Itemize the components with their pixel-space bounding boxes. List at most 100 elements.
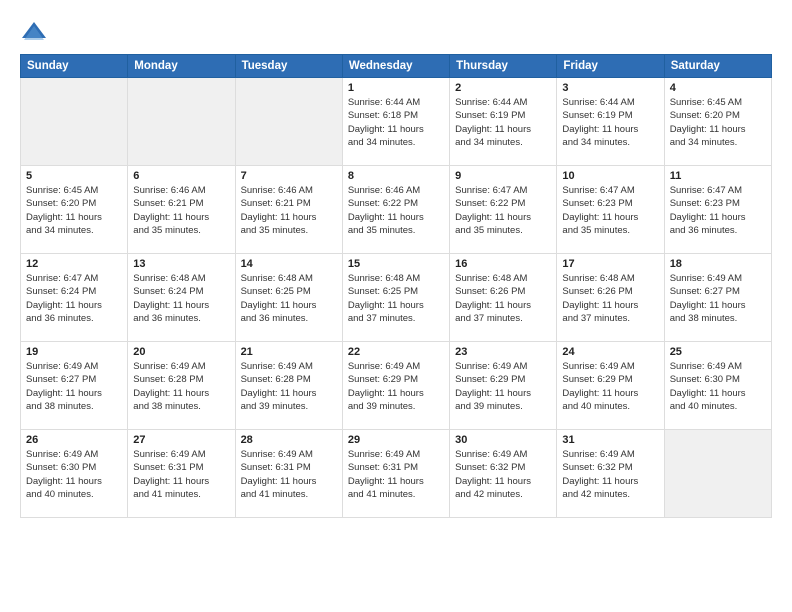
day-cell: 6 Sunrise: 6:46 AM Sunset: 6:21 PM Daylig…: [128, 166, 235, 254]
day-info: Sunrise: 6:49 AM Sunset: 6:29 PM Dayligh…: [348, 360, 444, 413]
day-number: 4: [670, 82, 766, 94]
day-cell: 15 Sunrise: 6:48 AM Sunset: 6:25 PM Dayli…: [342, 254, 449, 342]
day-number: 13: [133, 258, 229, 270]
day-number: 7: [241, 170, 337, 182]
day-number: 26: [26, 434, 122, 446]
day-info: Sunrise: 6:49 AM Sunset: 6:27 PM Dayligh…: [26, 360, 122, 413]
day-cell: 17 Sunrise: 6:48 AM Sunset: 6:26 PM Dayli…: [557, 254, 664, 342]
day-number: 28: [241, 434, 337, 446]
day-cell: 1 Sunrise: 6:44 AM Sunset: 6:18 PM Daylig…: [342, 78, 449, 166]
day-cell: 29Sunrise: 6:49 AM Sunset: 6:31 PM Dayli…: [342, 430, 449, 518]
day-info: Sunrise: 6:44 AM Sunset: 6:18 PM Dayligh…: [348, 96, 444, 149]
weekday-header-thursday: Thursday: [450, 55, 557, 78]
day-info: Sunrise: 6:47 AM Sunset: 6:23 PM Dayligh…: [670, 184, 766, 237]
page: SundayMondayTuesdayWednesdayThursdayFrid…: [0, 0, 792, 612]
day-cell: [664, 430, 771, 518]
day-number: 19: [26, 346, 122, 358]
logo: [20, 18, 52, 46]
day-number: 16: [455, 258, 551, 270]
day-info: Sunrise: 6:49 AM Sunset: 6:27 PM Dayligh…: [670, 272, 766, 325]
day-cell: 3 Sunrise: 6:44 AM Sunset: 6:19 PM Daylig…: [557, 78, 664, 166]
day-info: Sunrise: 6:45 AM Sunset: 6:20 PM Dayligh…: [26, 184, 122, 237]
day-number: 9: [455, 170, 551, 182]
day-cell: 16 Sunrise: 6:48 AM Sunset: 6:26 PM Dayli…: [450, 254, 557, 342]
day-info: Sunrise: 6:49 AM Sunset: 6:30 PM Dayligh…: [670, 360, 766, 413]
day-number: 17: [562, 258, 658, 270]
day-cell: 7 Sunrise: 6:46 AM Sunset: 6:21 PM Daylig…: [235, 166, 342, 254]
day-cell: 19 Sunrise: 6:49 AM Sunset: 6:27 PM Dayli…: [21, 342, 128, 430]
day-cell: 2Sunrise: 6:44 AM Sunset: 6:19 PM Daylig…: [450, 78, 557, 166]
day-cell: 30 Sunrise: 6:49 AM Sunset: 6:32 PM Dayli…: [450, 430, 557, 518]
day-number: 3: [562, 82, 658, 94]
day-info: Sunrise: 6:47 AM Sunset: 6:23 PM Dayligh…: [562, 184, 658, 237]
day-info: Sunrise: 6:47 AM Sunset: 6:22 PM Dayligh…: [455, 184, 551, 237]
day-info: Sunrise: 6:45 AM Sunset: 6:20 PM Dayligh…: [670, 96, 766, 149]
day-info: Sunrise: 6:48 AM Sunset: 6:25 PM Dayligh…: [241, 272, 337, 325]
day-number: 11: [670, 170, 766, 182]
day-cell: 8Sunrise: 6:46 AM Sunset: 6:22 PM Daylig…: [342, 166, 449, 254]
day-cell: [128, 78, 235, 166]
day-cell: 11 Sunrise: 6:47 AM Sunset: 6:23 PM Dayli…: [664, 166, 771, 254]
day-cell: 27 Sunrise: 6:49 AM Sunset: 6:31 PM Dayli…: [128, 430, 235, 518]
day-cell: 14 Sunrise: 6:48 AM Sunset: 6:25 PM Dayli…: [235, 254, 342, 342]
header: [20, 18, 772, 46]
weekday-header-sunday: Sunday: [21, 55, 128, 78]
weekday-header-saturday: Saturday: [664, 55, 771, 78]
week-row-2: 12 Sunrise: 6:47 AM Sunset: 6:24 PM Dayli…: [21, 254, 772, 342]
day-cell: 12 Sunrise: 6:47 AM Sunset: 6:24 PM Dayli…: [21, 254, 128, 342]
day-cell: 24Sunrise: 6:49 AM Sunset: 6:29 PM Dayli…: [557, 342, 664, 430]
day-info: Sunrise: 6:47 AM Sunset: 6:24 PM Dayligh…: [26, 272, 122, 325]
day-info: Sunrise: 6:48 AM Sunset: 6:25 PM Dayligh…: [348, 272, 444, 325]
day-number: 24: [562, 346, 658, 358]
day-cell: 9 Sunrise: 6:47 AM Sunset: 6:22 PM Daylig…: [450, 166, 557, 254]
day-number: 30: [455, 434, 551, 446]
day-info: Sunrise: 6:46 AM Sunset: 6:22 PM Dayligh…: [348, 184, 444, 237]
day-info: Sunrise: 6:49 AM Sunset: 6:30 PM Dayligh…: [26, 448, 122, 501]
day-info: Sunrise: 6:49 AM Sunset: 6:28 PM Dayligh…: [133, 360, 229, 413]
day-cell: [21, 78, 128, 166]
day-cell: 28 Sunrise: 6:49 AM Sunset: 6:31 PM Dayli…: [235, 430, 342, 518]
day-cell: 25 Sunrise: 6:49 AM Sunset: 6:30 PM Dayli…: [664, 342, 771, 430]
day-cell: 26 Sunrise: 6:49 AM Sunset: 6:30 PM Dayli…: [21, 430, 128, 518]
day-number: 5: [26, 170, 122, 182]
day-number: 29: [348, 434, 444, 446]
weekday-header-friday: Friday: [557, 55, 664, 78]
week-row-1: 5 Sunrise: 6:45 AM Sunset: 6:20 PM Daylig…: [21, 166, 772, 254]
day-number: 27: [133, 434, 229, 446]
day-info: Sunrise: 6:48 AM Sunset: 6:26 PM Dayligh…: [562, 272, 658, 325]
day-cell: 10 Sunrise: 6:47 AM Sunset: 6:23 PM Dayli…: [557, 166, 664, 254]
day-cell: 4 Sunrise: 6:45 AM Sunset: 6:20 PM Daylig…: [664, 78, 771, 166]
day-number: 18: [670, 258, 766, 270]
day-number: 23: [455, 346, 551, 358]
day-number: 22: [348, 346, 444, 358]
day-info: Sunrise: 6:49 AM Sunset: 6:31 PM Dayligh…: [241, 448, 337, 501]
day-cell: 13Sunrise: 6:48 AM Sunset: 6:24 PM Dayli…: [128, 254, 235, 342]
week-row-3: 19 Sunrise: 6:49 AM Sunset: 6:27 PM Dayli…: [21, 342, 772, 430]
day-number: 21: [241, 346, 337, 358]
day-cell: 20 Sunrise: 6:49 AM Sunset: 6:28 PM Dayli…: [128, 342, 235, 430]
day-number: 1: [348, 82, 444, 94]
day-info: Sunrise: 6:49 AM Sunset: 6:32 PM Dayligh…: [455, 448, 551, 501]
day-info: Sunrise: 6:44 AM Sunset: 6:19 PM Dayligh…: [562, 96, 658, 149]
day-info: Sunrise: 6:49 AM Sunset: 6:29 PM Dayligh…: [455, 360, 551, 413]
week-row-4: 26 Sunrise: 6:49 AM Sunset: 6:30 PM Dayli…: [21, 430, 772, 518]
day-info: Sunrise: 6:48 AM Sunset: 6:26 PM Dayligh…: [455, 272, 551, 325]
weekday-header-wednesday: Wednesday: [342, 55, 449, 78]
day-number: 20: [133, 346, 229, 358]
day-number: 25: [670, 346, 766, 358]
weekday-header-row: SundayMondayTuesdayWednesdayThursdayFrid…: [21, 55, 772, 78]
day-cell: 21Sunrise: 6:49 AM Sunset: 6:28 PM Dayli…: [235, 342, 342, 430]
day-info: Sunrise: 6:46 AM Sunset: 6:21 PM Dayligh…: [133, 184, 229, 237]
day-number: 14: [241, 258, 337, 270]
day-cell: 22 Sunrise: 6:49 AM Sunset: 6:29 PM Dayli…: [342, 342, 449, 430]
day-number: 12: [26, 258, 122, 270]
day-info: Sunrise: 6:46 AM Sunset: 6:21 PM Dayligh…: [241, 184, 337, 237]
day-number: 10: [562, 170, 658, 182]
day-number: 6: [133, 170, 229, 182]
day-number: 2: [455, 82, 551, 94]
day-cell: 23 Sunrise: 6:49 AM Sunset: 6:29 PM Dayli…: [450, 342, 557, 430]
day-info: Sunrise: 6:49 AM Sunset: 6:31 PM Dayligh…: [133, 448, 229, 501]
day-number: 15: [348, 258, 444, 270]
weekday-header-tuesday: Tuesday: [235, 55, 342, 78]
day-number: 31: [562, 434, 658, 446]
